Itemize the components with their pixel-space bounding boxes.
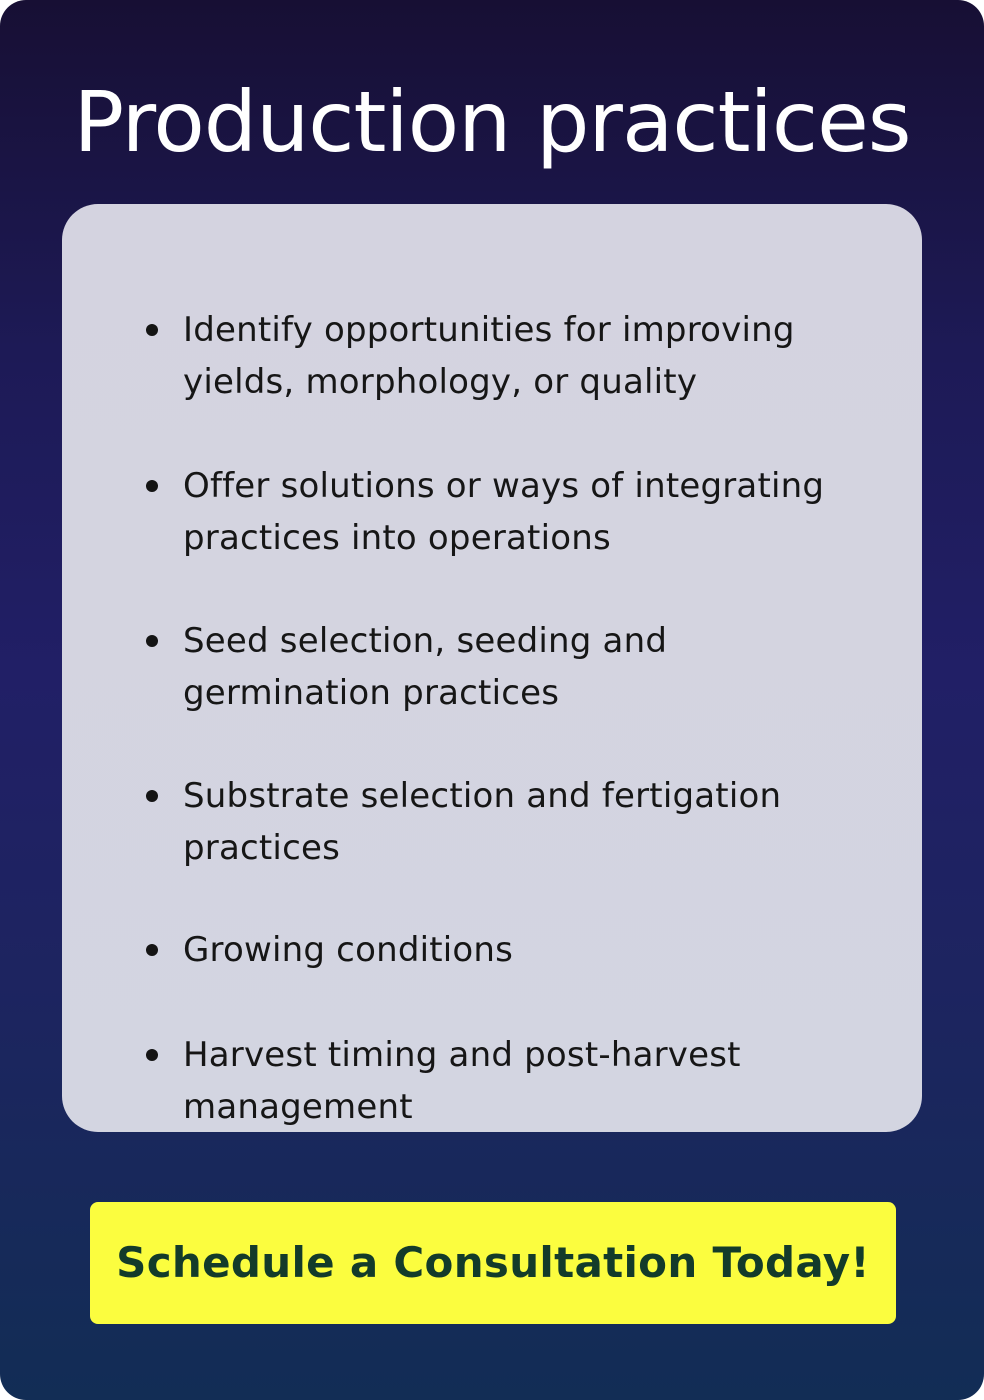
promo-card: Production practices Identify opportunit… (0, 0, 984, 1400)
bullet-dot-icon (146, 944, 158, 956)
list-item-text: Growing conditions (183, 930, 514, 970)
list-item-text: Identify opportunities for improving yie… (183, 310, 795, 402)
practices-panel: Identify opportunities for improving yie… (62, 204, 922, 1132)
page-title: Production practices (73, 73, 911, 171)
list-item-text: Harvest timing and post-harvest manageme… (183, 1035, 741, 1127)
list-item-text: Substrate selection and fertigation prac… (183, 776, 782, 868)
bullet-dot-icon (146, 480, 158, 492)
bullet-dot-icon (146, 1049, 158, 1061)
bullet-dot-icon (146, 635, 158, 647)
list-item-text: Offer solutions or ways of integrating p… (183, 466, 825, 558)
bullet-dot-icon (146, 790, 158, 802)
schedule-consultation-button[interactable]: Schedule a Consultation Today! (90, 1202, 896, 1324)
list-item-text: Seed selection, seeding and germination … (183, 621, 668, 713)
bullet-dot-icon (146, 324, 158, 336)
